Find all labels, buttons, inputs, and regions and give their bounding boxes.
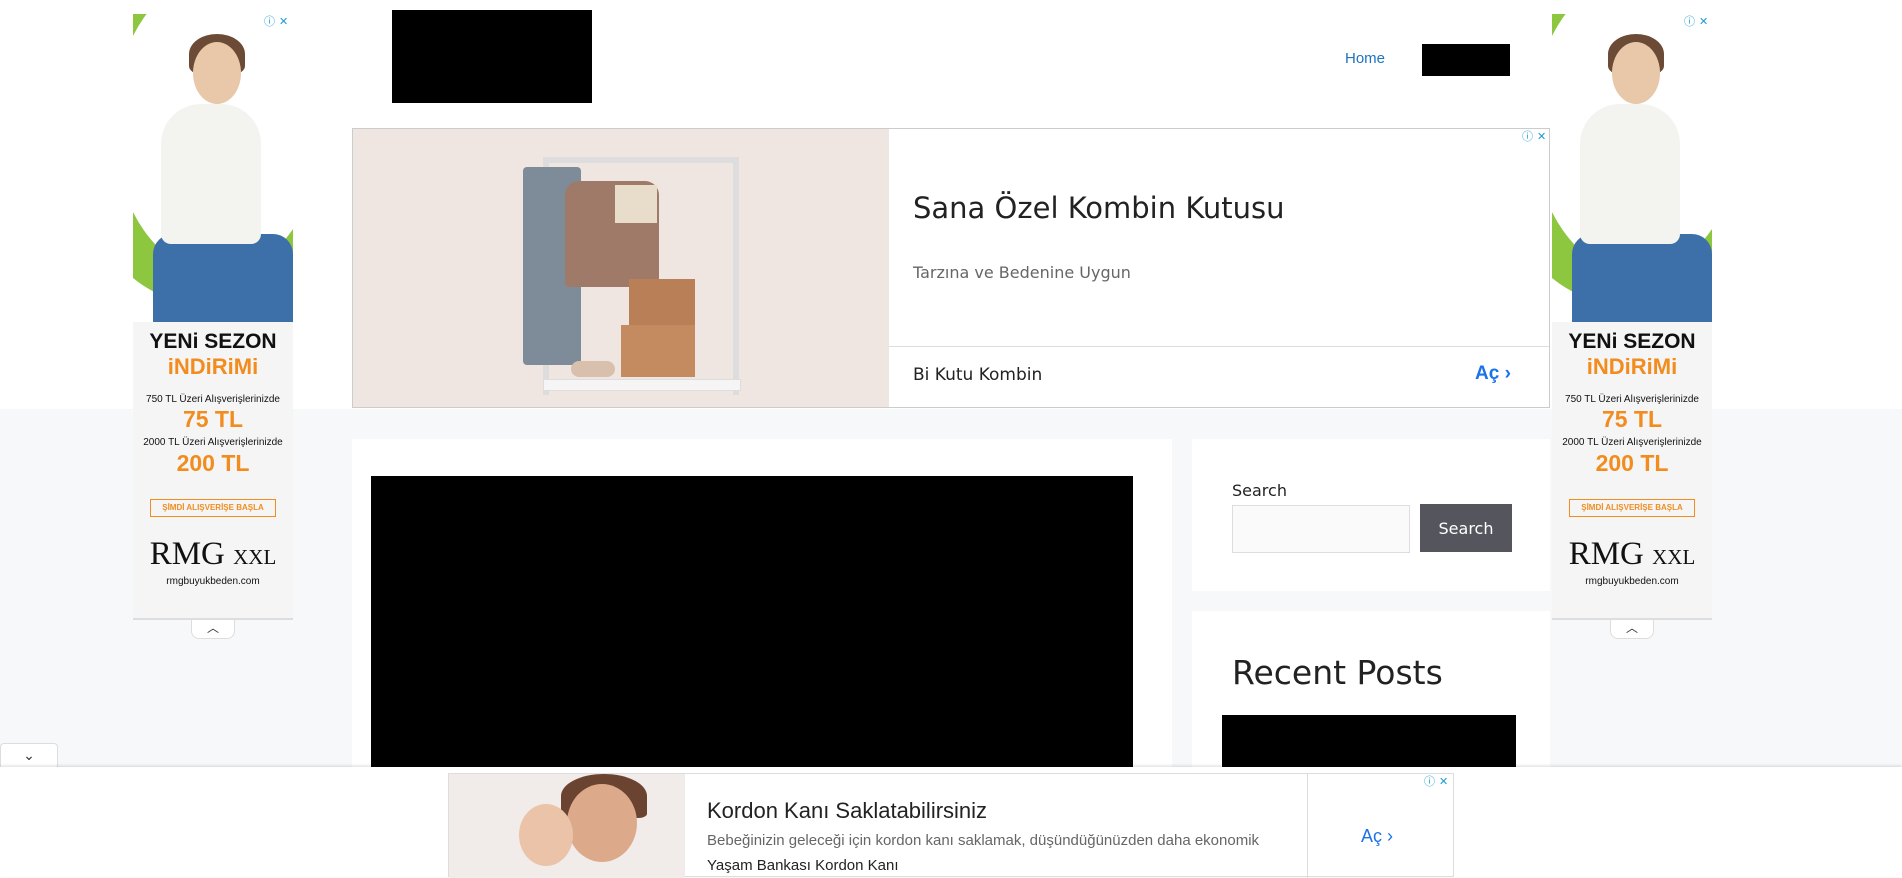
ad-shop-now-button[interactable]: ŞİMDİ ALIŞVERİŞE BAŞLA xyxy=(150,499,276,517)
ad-headline-discount: iNDiRiMi xyxy=(1586,354,1678,379)
ad-tier-1-text: 750 TL Üzeri Alışverişlerinizde xyxy=(146,394,280,405)
ad-tier-2-text: 2000 TL Üzeri Alışverişlerinizde xyxy=(143,437,283,448)
ad-advertiser: Bi Kutu Kombin xyxy=(913,365,1043,385)
close-icon[interactable]: ✕ xyxy=(279,16,288,28)
site-logo-redacted[interactable] xyxy=(392,10,592,103)
chevron-down-icon[interactable]: ⌄ xyxy=(23,747,35,763)
anchor-ad[interactable]: Kordon Kanı Saklatabilirsiniz Bebeğinizi… xyxy=(448,773,1454,878)
search-label: Search xyxy=(1232,481,1287,500)
info-icon[interactable]: ⓘ xyxy=(1522,131,1533,143)
ad-domain: rmgbuyukbeden.com xyxy=(166,576,260,587)
ad-mother-child-image xyxy=(449,774,685,878)
featured-media-redacted[interactable] xyxy=(371,476,1133,772)
ad-domain: rmgbuyukbeden.com xyxy=(1585,576,1679,587)
close-icon[interactable]: ✕ xyxy=(1537,131,1546,143)
anchor-ad-divider xyxy=(1307,774,1308,878)
left-ad-collapse-tab[interactable]: ︿ xyxy=(191,620,235,639)
ad-open-button[interactable]: Aç › xyxy=(1475,363,1511,385)
search-widget: Search Search xyxy=(1192,439,1550,591)
ad-tier-1-text: 750 TL Üzeri Alışverişlerinizde xyxy=(1565,394,1699,405)
ad-tier-2-amount: 200 TL xyxy=(176,450,250,476)
ad-model-photo xyxy=(133,14,293,322)
ad-brand-logo: RMG XXL xyxy=(1568,536,1696,572)
ad-tier-2-text: 2000 TL Üzeri Alışverişlerinizde xyxy=(1562,437,1702,448)
anchor-ad-collapse-tab[interactable]: ⌄ xyxy=(0,743,58,768)
ad-model-photo xyxy=(1552,14,1712,322)
right-ad-choices[interactable]: ⓘ ✕ xyxy=(1684,15,1710,29)
left-skyscraper-ad[interactable]: YENi SEZON iNDiRiMi 750 TL Üzeri Alışver… xyxy=(133,14,293,620)
anchor-ad-title[interactable]: Kordon Kanı Saklatabilirsiniz xyxy=(707,798,987,824)
right-skyscraper-ad[interactable]: YENi SEZON iNDiRiMi 750 TL Üzeri Alışver… xyxy=(1552,14,1712,620)
info-icon[interactable]: ⓘ xyxy=(264,16,275,28)
chevron-up-icon[interactable]: ︿ xyxy=(1626,621,1638,635)
ad-divider xyxy=(889,346,1549,347)
ad-headline-new-season: YENi SEZON xyxy=(1568,330,1696,353)
nav-item-redacted[interactable] xyxy=(1422,44,1510,76)
anchor-ad-choices[interactable]: ⓘ ✕ xyxy=(1424,775,1450,789)
nav-home-link[interactable]: Home xyxy=(1345,50,1385,67)
top-ad-choices[interactable]: ⓘ ✕ xyxy=(1522,130,1548,144)
info-icon[interactable]: ⓘ xyxy=(1684,16,1695,28)
anchor-ad-open-button[interactable]: Aç › xyxy=(1361,826,1393,847)
ad-title[interactable]: Sana Özel Kombin Kutusu xyxy=(913,191,1285,225)
recent-posts-title: Recent Posts xyxy=(1232,653,1443,692)
search-button[interactable]: Search xyxy=(1420,504,1512,552)
recent-posts-widget: Recent Posts xyxy=(1192,611,1550,771)
anchor-ad-advertiser: Yaşam Bankası Kordon Kanı xyxy=(707,857,899,874)
chevron-up-icon[interactable]: ︿ xyxy=(207,621,219,635)
search-input[interactable] xyxy=(1232,505,1410,553)
right-ad-collapse-tab[interactable]: ︿ xyxy=(1610,620,1654,639)
ad-shop-now-button[interactable]: ŞİMDİ ALIŞVERİŞE BAŞLA xyxy=(1569,499,1695,517)
recent-post-item-redacted[interactable] xyxy=(1222,715,1516,771)
ad-description: Tarzına ve Bedenine Uygun xyxy=(913,263,1131,282)
top-banner-ad[interactable]: Sana Özel Kombin Kutusu Tarzına ve Beden… xyxy=(352,128,1550,408)
ad-tier-2-amount: 200 TL xyxy=(1595,450,1669,476)
anchor-ad-description: Bebeğinizin geleceği için kordon kanı sa… xyxy=(707,832,1260,849)
ad-headline-new-season: YENi SEZON xyxy=(149,330,277,353)
close-icon[interactable]: ✕ xyxy=(1699,16,1708,28)
ad-headline-discount: iNDiRiMi xyxy=(167,354,259,379)
left-ad-choices[interactable]: ⓘ ✕ xyxy=(264,15,290,29)
ad-tier-1-amount: 75 TL xyxy=(1601,406,1663,432)
ad-clothing-rack-image xyxy=(353,129,889,407)
ad-tier-1-amount: 75 TL xyxy=(182,406,244,432)
close-icon[interactable]: ✕ xyxy=(1439,776,1448,788)
ad-brand-logo: RMG XXL xyxy=(149,536,277,572)
info-icon[interactable]: ⓘ xyxy=(1424,776,1435,788)
